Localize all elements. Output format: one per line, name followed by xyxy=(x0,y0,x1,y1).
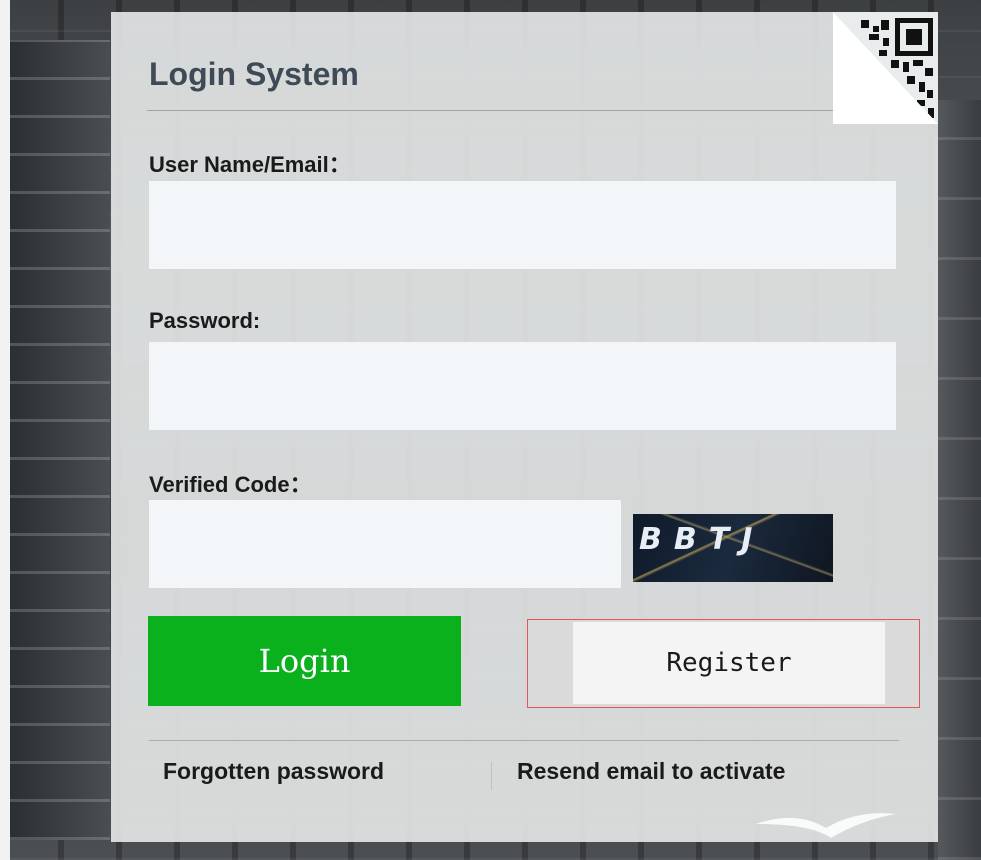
login-panel: Login System User Name/Email： Password: xyxy=(111,12,938,842)
register-button[interactable]: Register xyxy=(573,622,885,704)
captcha-text: BBTJ xyxy=(639,522,765,557)
username-label: User Name/Email： xyxy=(149,152,351,177)
verified-code-input[interactable] xyxy=(149,500,621,588)
link-separator xyxy=(491,762,492,790)
background-edge xyxy=(0,0,10,860)
bird-logo-icon xyxy=(756,813,896,838)
background-building-right xyxy=(938,100,981,860)
verified-code-label: Verified Code： xyxy=(149,472,312,497)
bottom-divider xyxy=(149,740,899,741)
captcha-image[interactable]: BBTJ xyxy=(633,514,833,582)
password-label: Password: xyxy=(149,308,261,333)
background-building-left xyxy=(10,40,110,840)
panel-title: Login System xyxy=(149,56,359,92)
username-input[interactable] xyxy=(149,181,896,269)
password-input[interactable] xyxy=(149,342,896,430)
title-divider xyxy=(147,110,837,111)
resend-activation-link[interactable]: Resend email to activate xyxy=(517,758,785,785)
login-button[interactable]: Login xyxy=(148,616,461,706)
forgot-password-link[interactable]: Forgotten password xyxy=(163,758,384,785)
